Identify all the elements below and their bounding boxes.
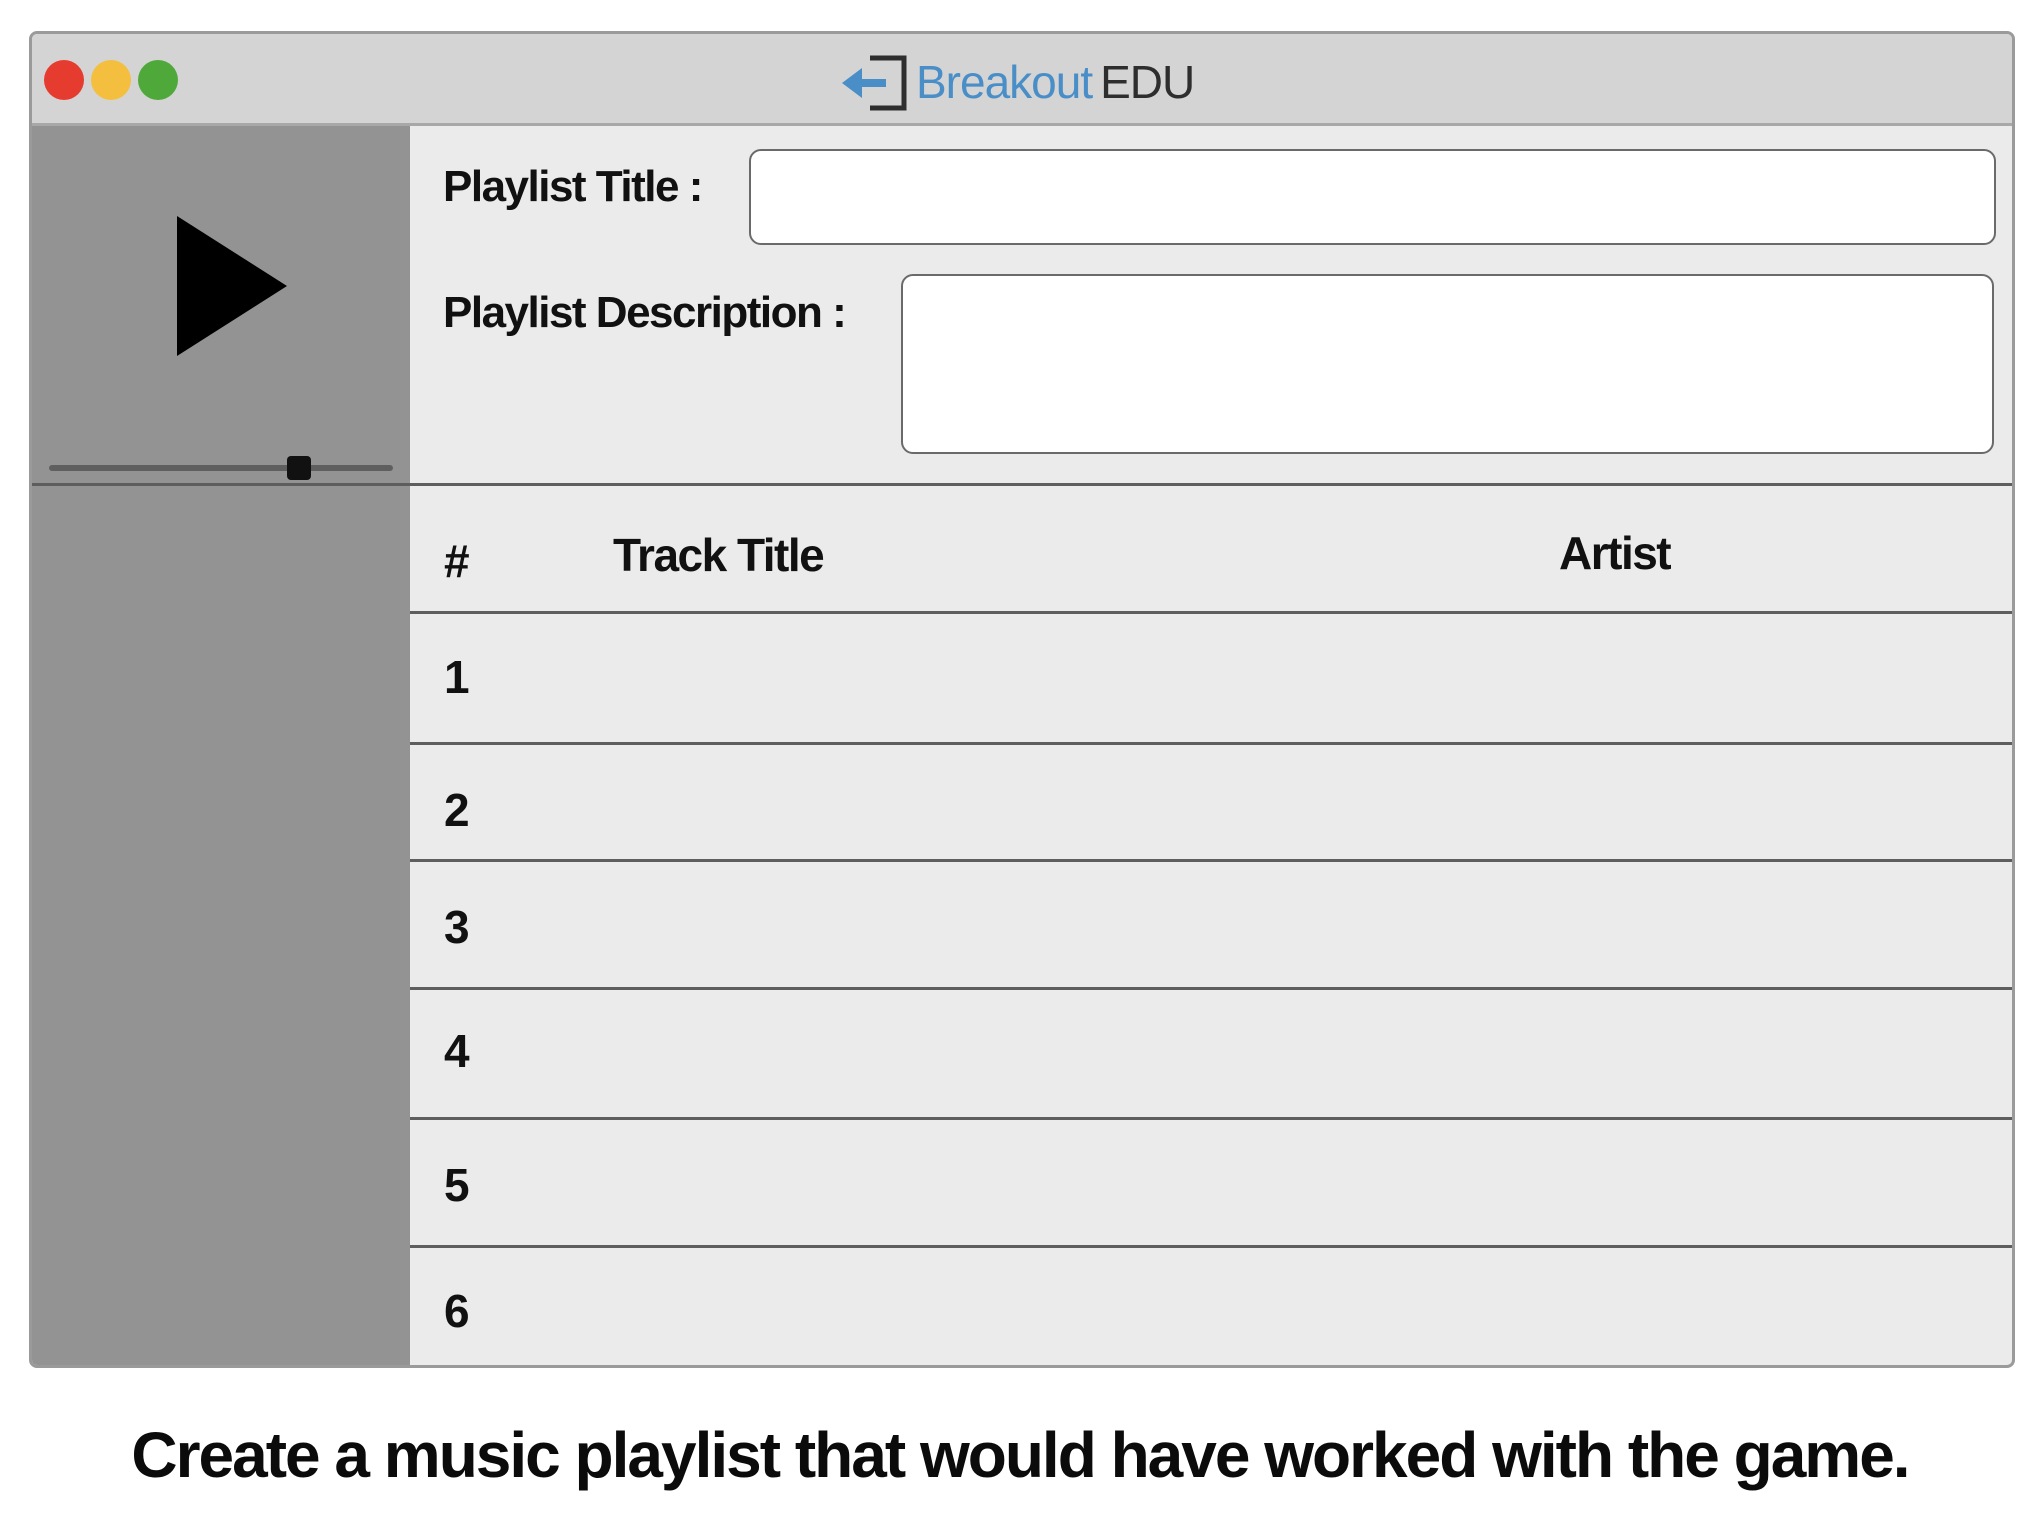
title-bar: Breakout EDU [32,34,2012,126]
track-table: # Track Title Artist 1 2 3 4 5 6 [410,486,2012,1365]
playlist-description-input[interactable] [901,274,1994,454]
section-divider [32,483,2012,486]
instruction-caption: Create a music playlist that would have … [131,1419,1910,1491]
close-window-button[interactable] [44,60,84,100]
track-number: 2 [444,784,470,836]
app-window: Breakout EDU Playlist Title : Playlist D… [29,31,2015,1368]
volume-slider-track[interactable] [49,465,393,471]
table-header: # Track Title Artist [410,486,2012,614]
player-sidebar [32,126,410,1365]
table-row[interactable]: 1 [410,614,2012,745]
column-header-track-title: Track Title [613,529,825,581]
table-row[interactable]: 4 [410,990,2012,1120]
column-header-artist: Artist [1559,527,1672,579]
minimize-window-button[interactable] [91,60,131,100]
table-row[interactable]: 5 [410,1120,2012,1248]
table-row[interactable]: 3 [410,862,2012,990]
track-number: 6 [444,1285,470,1337]
playlist-title-label: Playlist Title : [443,162,703,211]
track-number: 1 [444,651,470,703]
playlist-title-input[interactable] [749,149,1996,245]
logo-word-edu: EDU [1100,56,1195,108]
volume-slider-thumb[interactable] [287,456,311,480]
track-number: 3 [444,901,470,953]
play-icon[interactable] [177,216,287,356]
column-header-number: # [444,535,470,587]
table-row[interactable]: 2 [410,745,2012,862]
exit-door-arrow-icon [842,55,907,111]
zoom-window-button[interactable] [138,60,178,100]
logo-word-breakout: Breakout [916,56,1093,108]
playlist-description-label: Playlist Description : [443,288,847,337]
track-number: 4 [444,1025,470,1077]
track-number: 5 [444,1159,470,1211]
table-row[interactable]: 6 [410,1248,2012,1365]
breakout-edu-logo: Breakout EDU [842,52,1195,112]
